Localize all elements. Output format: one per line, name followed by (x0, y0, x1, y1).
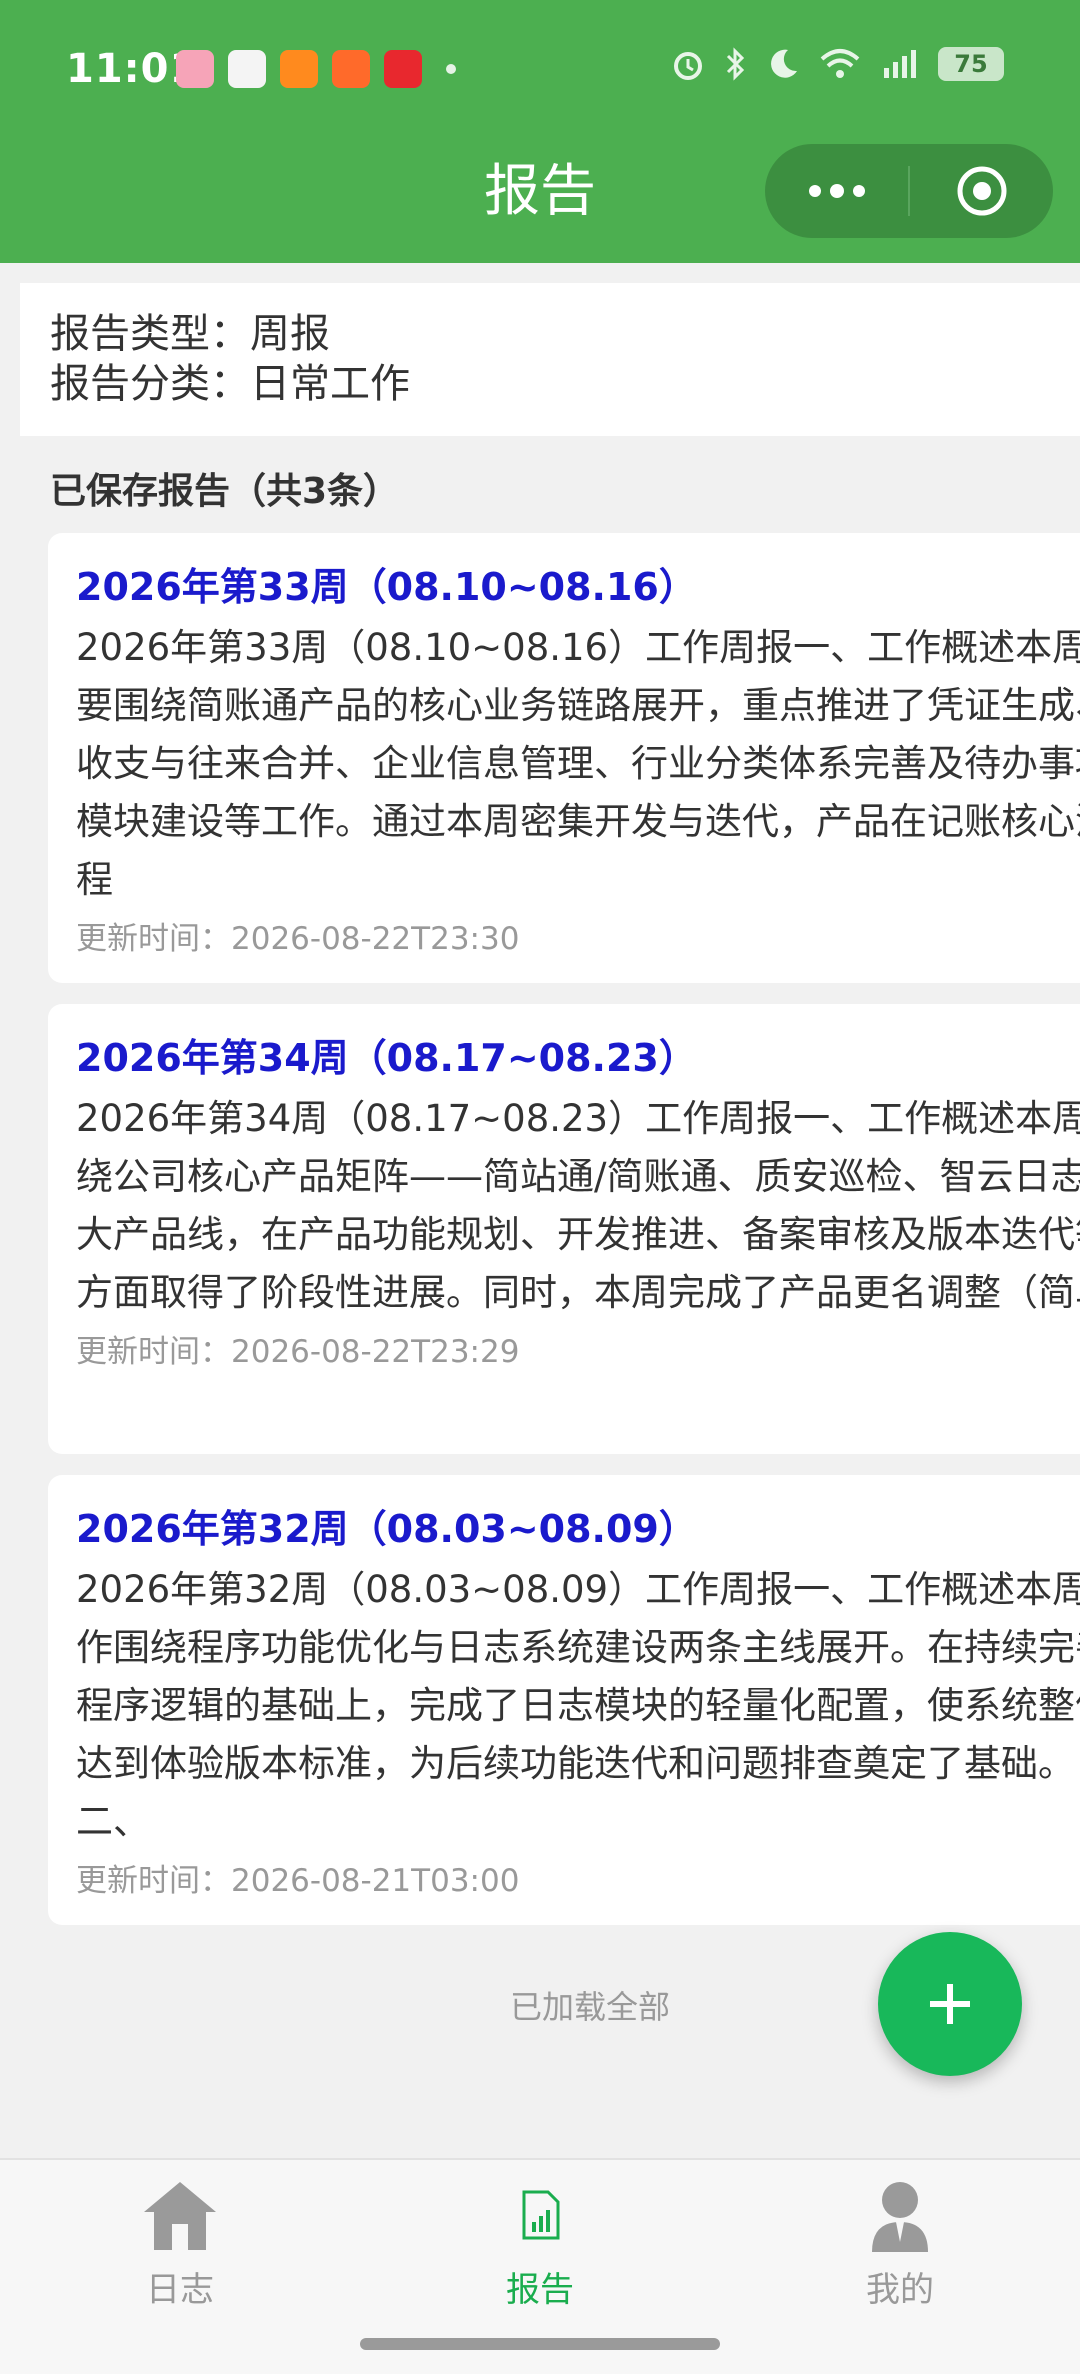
report-card[interactable]: 2026年第33周（08.10~08.16） 2026年第33周（08.10~0… (48, 533, 1080, 983)
more-dots-icon (808, 184, 865, 198)
report-updated-time: 更新时间：2026-08-22T23:29 (76, 1334, 520, 1370)
notification-icons (176, 50, 456, 88)
saved-reports-heading: 已保存报告（共3条） (50, 471, 400, 512)
tab-label-report: 报告 (506, 2270, 574, 2310)
home-icon (144, 2182, 216, 2250)
report-category-line: 报告分类：日常工作 (50, 361, 410, 407)
bluetooth-icon (726, 47, 745, 81)
report-updated-time: 更新时间：2026-08-21T03:00 (76, 1863, 520, 1899)
report-chart-icon (522, 2190, 560, 2240)
tab-report[interactable]: 报告 (440, 2178, 640, 2311)
target-circle-icon (957, 166, 1006, 216)
plus-icon (930, 1984, 970, 2024)
battery-indicator: 75 (938, 47, 1004, 81)
shop-notification-icon (280, 50, 318, 88)
status-bar: 11:01 75 (0, 0, 1080, 140)
report-updated-time: 更新时间：2026-08-22T23:30 (76, 921, 520, 957)
news-notification-icon (384, 50, 422, 88)
report-card[interactable]: 2026年第34周（08.17~08.23） 2026年第34周（08.17~0… (48, 1004, 1080, 1454)
report-title: 2026年第34周（08.17~08.23） (76, 1036, 697, 1080)
more-options-button[interactable] (765, 144, 908, 238)
tab-mine[interactable]: 我的 (800, 2178, 1000, 2311)
report-card[interactable]: 2026年第32周（08.03~08.09） 2026年第32周（08.03~0… (48, 1475, 1080, 1925)
signal-5g-icon (884, 50, 916, 78)
home-indicator[interactable] (360, 2338, 720, 2350)
mini-program-capsule (765, 144, 1053, 238)
alarm-icon (674, 52, 702, 80)
tab-log[interactable]: 日志 (80, 2178, 280, 2311)
report-preview: 2026年第32周（08.03~08.09）工作周报一、工作概述本周工作围绕程序… (76, 1568, 1080, 1843)
app-notification-icon (176, 50, 214, 88)
report-filter-card[interactable]: 报告类型：周报 报告分类：日常工作 (20, 283, 1080, 436)
close-mini-program-button[interactable] (910, 144, 1053, 238)
tab-label-mine: 我的 (866, 2270, 934, 2310)
report-preview: 2026年第34周（08.17~08.23）工作周报一、工作概述本周围绕公司核心… (76, 1097, 1080, 1314)
system-icons: 75 (670, 46, 1004, 82)
report-preview: 2026年第33周（08.10~08.16）工作周报一、工作概述本周主要围绕简账… (76, 626, 1080, 901)
fitness-notification-icon (332, 50, 370, 88)
report-title: 2026年第32周（08.03~08.09） (76, 1507, 697, 1551)
report-type-line: 报告类型：周报 (50, 311, 330, 357)
calendar-notification-icon (228, 50, 266, 88)
more-notifications-icon (446, 64, 456, 74)
wifi-icon (820, 49, 860, 78)
user-icon (872, 2182, 928, 2252)
add-report-button[interactable] (878, 1932, 1022, 2076)
report-title: 2026年第33周（08.10~08.16） (76, 565, 697, 609)
tab-label-log: 日志 (146, 2270, 214, 2310)
moon-icon (771, 49, 797, 78)
app-header: 11:01 75 报告 (0, 0, 1080, 263)
